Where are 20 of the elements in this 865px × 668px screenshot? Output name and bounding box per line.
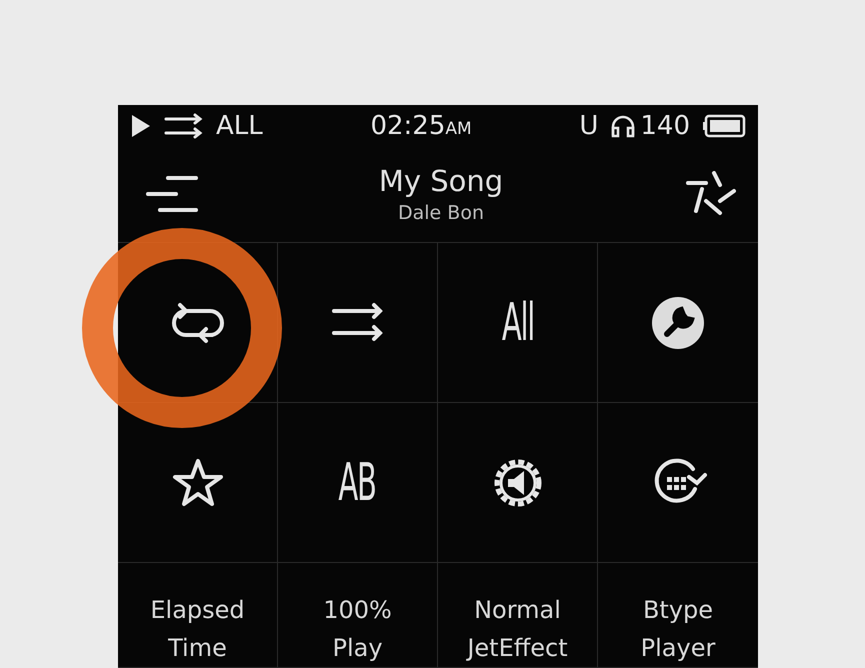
shuffle-arrows-icon	[164, 112, 204, 139]
shuffle-cross-icon[interactable]	[684, 171, 736, 218]
setting-label[interactable]: 100% Play	[323, 591, 392, 667]
menu-icon[interactable]	[146, 174, 198, 214]
setting-label[interactable]: Btype Player	[640, 591, 716, 667]
storage-text: U	[579, 110, 598, 141]
star-icon[interactable]	[172, 458, 224, 508]
song-title: My Song	[378, 164, 504, 198]
volume-text: 140	[640, 110, 690, 141]
mode-glyph[interactable]: AB	[338, 452, 376, 512]
mode-glyph[interactable]: All	[501, 292, 534, 352]
setting-label[interactable]: Elapsed Time	[150, 591, 245, 667]
battery-icon	[702, 114, 746, 138]
wrench-icon[interactable]	[651, 296, 705, 350]
play-icon	[130, 112, 152, 139]
clock-text: 02:25AM	[370, 110, 472, 141]
artist-name: Dale Bon	[398, 202, 484, 224]
repeat-icon[interactable]	[170, 300, 226, 344]
repeat-mode-text: ALL	[216, 110, 263, 141]
setting-label[interactable]: Normal JetEffect	[467, 591, 568, 667]
